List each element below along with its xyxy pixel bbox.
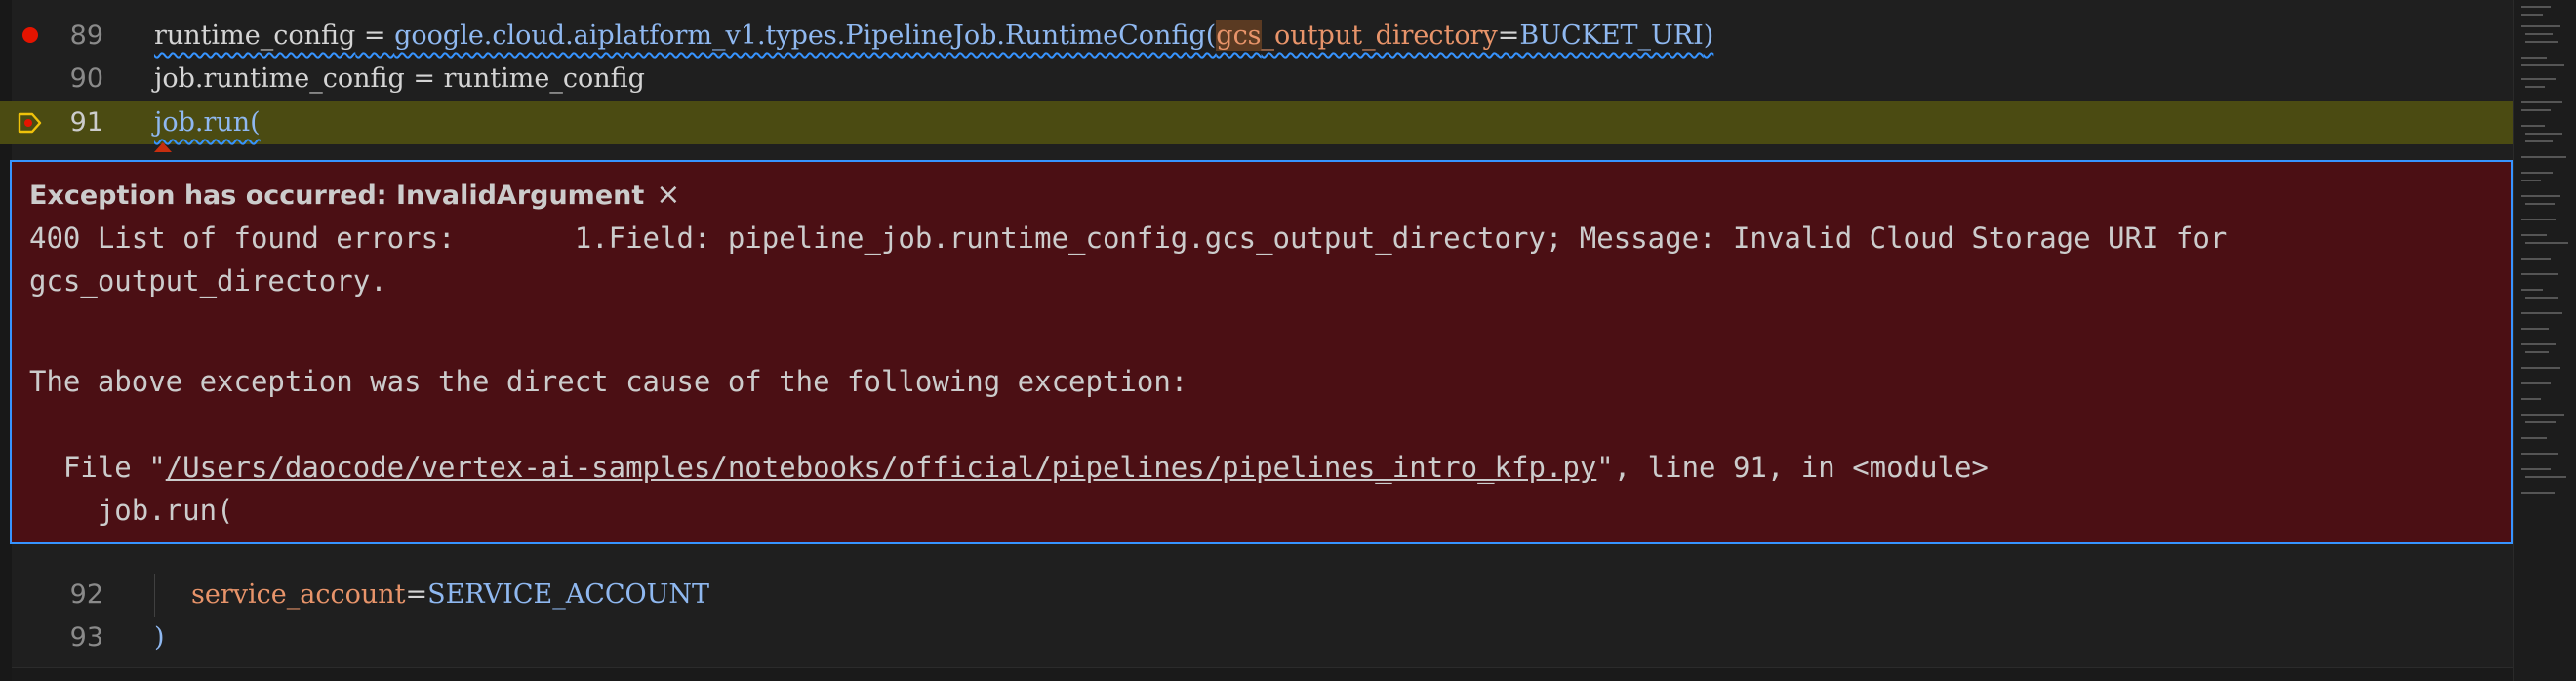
traceback-file-line: File "/Users/daocode/vertex-ai-samples/n… [29,446,2488,489]
exception-message-line: gcs_output_directory. [29,264,387,298]
traceback-suffix: ", line 91, in <module> [1596,451,1989,484]
line-number: 90 [69,63,103,94]
code-line-93[interactable]: 93 ) [0,617,2513,660]
line-number: 92 [69,580,103,610]
code-text[interactable]: job.run( [154,101,261,144]
token-param: _output_directory [1261,20,1498,51]
token-param-highlight: gcs [1216,20,1262,51]
token-operator: = [404,63,444,94]
code-line-90[interactable]: 90 job.runtime_config = runtime_config [0,58,2513,100]
token-constant: BUCKET_URI [1519,20,1704,51]
indent-guide [154,574,155,617]
exception-body: 400 List of found errors: 1.Field: pipel… [29,217,2488,532]
code-text[interactable]: runtime_config = google.cloud.aiplatform… [154,15,1713,58]
token-constant: SERVICE_ACCOUNT [427,580,710,610]
breakpoint-dot-icon[interactable] [22,27,38,43]
code-text[interactable]: job.runtime_config = runtime_config [154,58,645,100]
code-text[interactable]: ) [154,617,165,660]
exception-widget: Exception has occurred: InvalidArgument ×… [10,160,2513,544]
token-operator: = [405,580,428,610]
token-function: google.cloud.aiplatform_v1.types.Pipelin… [394,20,1217,51]
horizontal-scrollbar[interactable] [12,667,2513,681]
token-variable: runtime_config [154,20,356,51]
code-editor[interactable]: 89 runtime_config = google.cloud.aiplatf… [0,0,2576,681]
exception-title: Exception has occurred: InvalidArgument [29,180,645,211]
close-icon[interactable]: × [656,174,680,217]
code-line-89[interactable]: 89 runtime_config = google.cloud.aiplatf… [0,15,2513,58]
token-function: job.run( [154,107,261,138]
code-line-92[interactable]: 92 service_account=SERVICE_ACCOUNT [0,574,2513,617]
line-number: 91 [69,107,103,138]
token-param: service_account [191,580,406,610]
minimap[interactable] [2513,0,2576,681]
traceback-code-line: job.run( [29,494,234,527]
exception-message-line: 400 List of found errors: 1.Field: pipel… [29,221,2228,255]
token-variable: runtime_config [443,63,645,94]
token-operator: = [1497,20,1520,51]
exception-cause-line: The above exception was the direct cause… [29,365,1188,398]
line-number: 89 [69,20,103,51]
traceback-file-link[interactable]: /Users/daocode/vertex-ai-samples/noteboo… [166,451,1597,484]
traceback-prefix: File " [29,451,166,484]
exception-pointer [154,142,172,152]
line-number: 93 [69,622,103,653]
token-variable: job.runtime_config [154,63,405,94]
code-line-91-current[interactable]: 91 job.run( [0,101,2513,144]
token-paren: ) [154,622,165,653]
token-operator: = [355,20,395,51]
current-frame-breakpoint-icon[interactable] [18,111,43,135]
token-paren: ) [1703,20,1714,51]
exception-title-row: Exception has occurred: InvalidArgument × [29,174,680,217]
code-text[interactable]: service_account=SERVICE_ACCOUNT [191,574,709,617]
